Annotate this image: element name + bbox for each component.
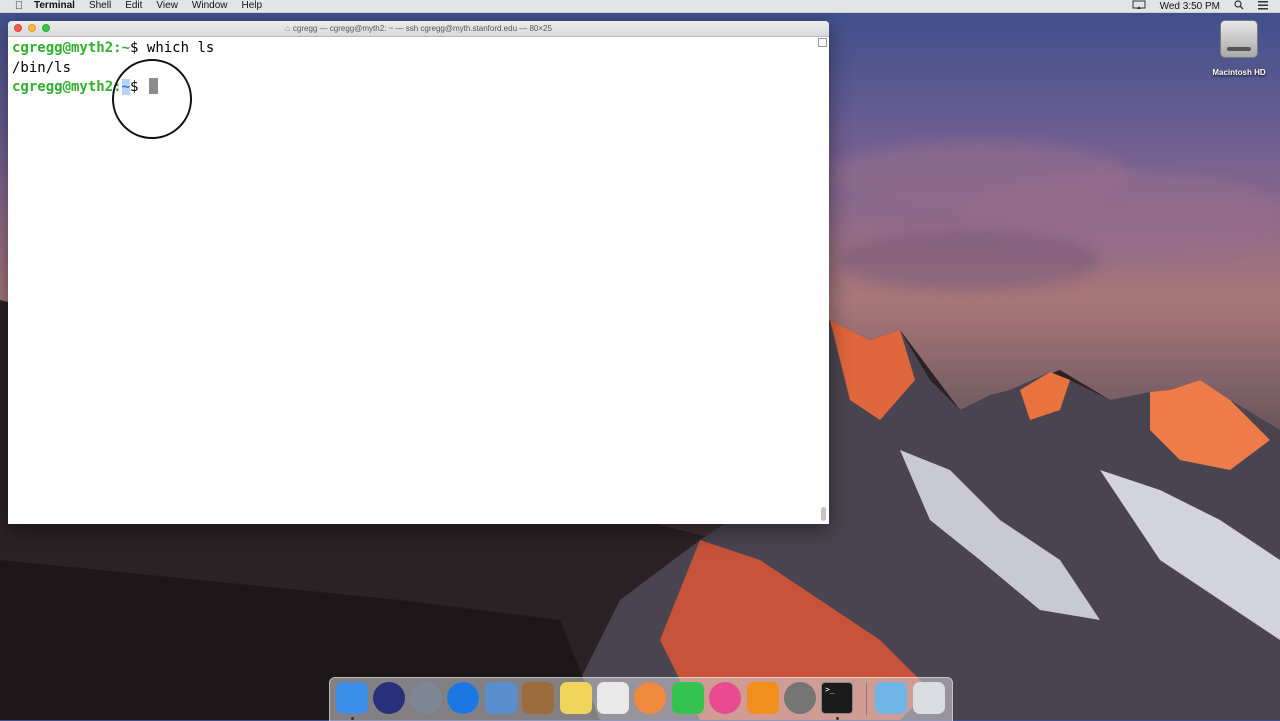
prompt-user: cgregg@myth2 — [12, 79, 114, 95]
annotation-circle — [112, 59, 192, 139]
ibooks-icon[interactable] — [747, 682, 779, 714]
window-title: cgregg — cgregg@myth2: ~ — ssh cgregg@my… — [292, 24, 552, 33]
terminal-icon[interactable]: >_ — [821, 682, 853, 714]
menu-clock[interactable]: Wed 3:50 PM — [1160, 1, 1220, 13]
notes-icon[interactable] — [560, 682, 592, 714]
notification-center-icon[interactable] — [1258, 0, 1268, 14]
window-titlebar[interactable]: ⌂ cgregg — cgregg@myth2: ~ — ssh cgregg@m… — [8, 21, 829, 37]
output-text: /bin/ls — [12, 59, 72, 76]
prompt-dir: ~ — [121, 40, 131, 56]
photos-icon[interactable] — [634, 682, 666, 714]
home-folder-icon: ⌂ — [285, 24, 290, 33]
contacts-icon[interactable] — [522, 682, 554, 714]
siri-icon[interactable] — [373, 682, 405, 714]
spotlight-icon[interactable] — [1234, 0, 1244, 14]
hd-label: Macintosh HD — [1212, 68, 1266, 77]
reminders-icon[interactable] — [597, 682, 629, 714]
downloads-icon[interactable] — [875, 682, 907, 714]
menu-help[interactable]: Help — [242, 0, 263, 12]
preview-icon[interactable] — [485, 682, 517, 714]
prompt-user: cgregg@myth2 — [12, 40, 114, 56]
close-button[interactable] — [14, 24, 22, 32]
scroll-up-button[interactable] — [818, 38, 827, 47]
minimize-button[interactable] — [28, 24, 36, 32]
scrollbar-thumb[interactable] — [821, 507, 826, 521]
airplay-icon[interactable] — [1132, 0, 1146, 14]
menu-bar:  Terminal Shell Edit View Window Help W… — [0, 0, 1280, 13]
facetime-icon[interactable] — [672, 682, 704, 714]
macintosh-hd-desktop-icon[interactable]: Macintosh HD — [1205, 20, 1273, 77]
dock-separator — [866, 683, 867, 715]
trash-icon[interactable] — [913, 682, 945, 714]
safari-icon[interactable] — [447, 682, 479, 714]
terminal-window[interactable]: ⌂ cgregg — cgregg@myth2: ~ — ssh cgregg@m… — [8, 21, 829, 524]
dock: >_ — [329, 677, 953, 721]
finder-icon[interactable] — [336, 682, 368, 714]
menu-app-name[interactable]: Terminal — [34, 0, 75, 12]
prompt-separator: : — [113, 40, 122, 56]
menu-shell[interactable]: Shell — [89, 0, 111, 12]
apple-menu-icon[interactable]:  — [12, 0, 26, 12]
menu-window[interactable]: Window — [192, 0, 228, 12]
system-preferences-icon[interactable] — [784, 682, 816, 714]
prompt-end: $ — [130, 40, 147, 56]
menu-view[interactable]: View — [156, 0, 178, 12]
menu-edit[interactable]: Edit — [125, 0, 142, 12]
launchpad-icon[interactable] — [410, 682, 442, 714]
itunes-icon[interactable] — [709, 682, 741, 714]
hard-drive-icon — [1220, 20, 1258, 58]
command-text: which ls — [146, 40, 215, 56]
zoom-button[interactable] — [42, 24, 50, 32]
terminal-line: cgregg@myth2:~$ which ls — [12, 39, 825, 59]
terminal-content[interactable]: cgregg@myth2:~$ which ls /bin/ls cgregg@… — [8, 37, 829, 139]
